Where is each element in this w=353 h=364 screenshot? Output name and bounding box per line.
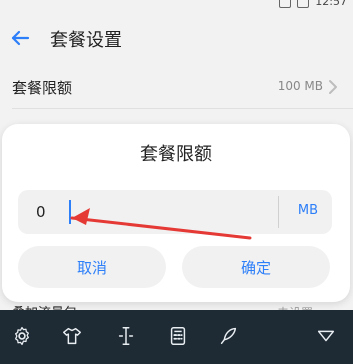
bottom-toolbar [0,310,353,364]
settings-row-plan-limit[interactable]: 套餐限额 100 MB [0,66,353,108]
calculator-icon [170,327,186,345]
confirm-button[interactable]: 确定 [182,246,330,288]
tool-handwriting[interactable] [216,324,240,348]
chevron-down-icon [317,330,335,342]
status-icons: 12:57 [279,0,347,8]
settings-divider-row [0,108,353,124]
limit-input[interactable] [18,190,276,234]
back-button[interactable] [6,24,34,52]
app-bar: 套餐设置 [0,10,353,66]
tool-settings[interactable] [10,324,34,348]
tool-collapse[interactable] [314,324,338,348]
tool-text-cursor[interactable] [114,324,138,348]
tool-theme[interactable] [60,324,84,348]
unit-label: MB [297,203,319,218]
row-label: 套餐限额 [12,79,73,97]
cancel-button[interactable]: 取消 [18,246,166,288]
dialog-title: 套餐限额 [140,144,212,165]
text-caret [69,200,71,224]
divider [12,108,353,109]
limit-input-wrapper: MB [18,190,332,234]
status-bar: 12:57 [0,0,353,10]
feather-icon [220,327,237,345]
chevron-right-icon [329,80,337,94]
battery-icon [297,0,310,8]
tshirt-icon [63,327,81,345]
unit-divider [278,196,279,228]
status-time: 12:57 [315,0,347,8]
text-cursor-icon [118,327,134,345]
tool-calculator[interactable] [166,324,190,348]
arrow-left-icon [11,30,30,46]
plan-limit-dialog: 套餐限额 MB 取消 确定 [2,124,350,302]
gear-icon [15,326,29,346]
page-title: 套餐设置 [50,30,122,51]
wifi-icon [279,0,292,8]
row-value: 100 MB [277,79,323,93]
